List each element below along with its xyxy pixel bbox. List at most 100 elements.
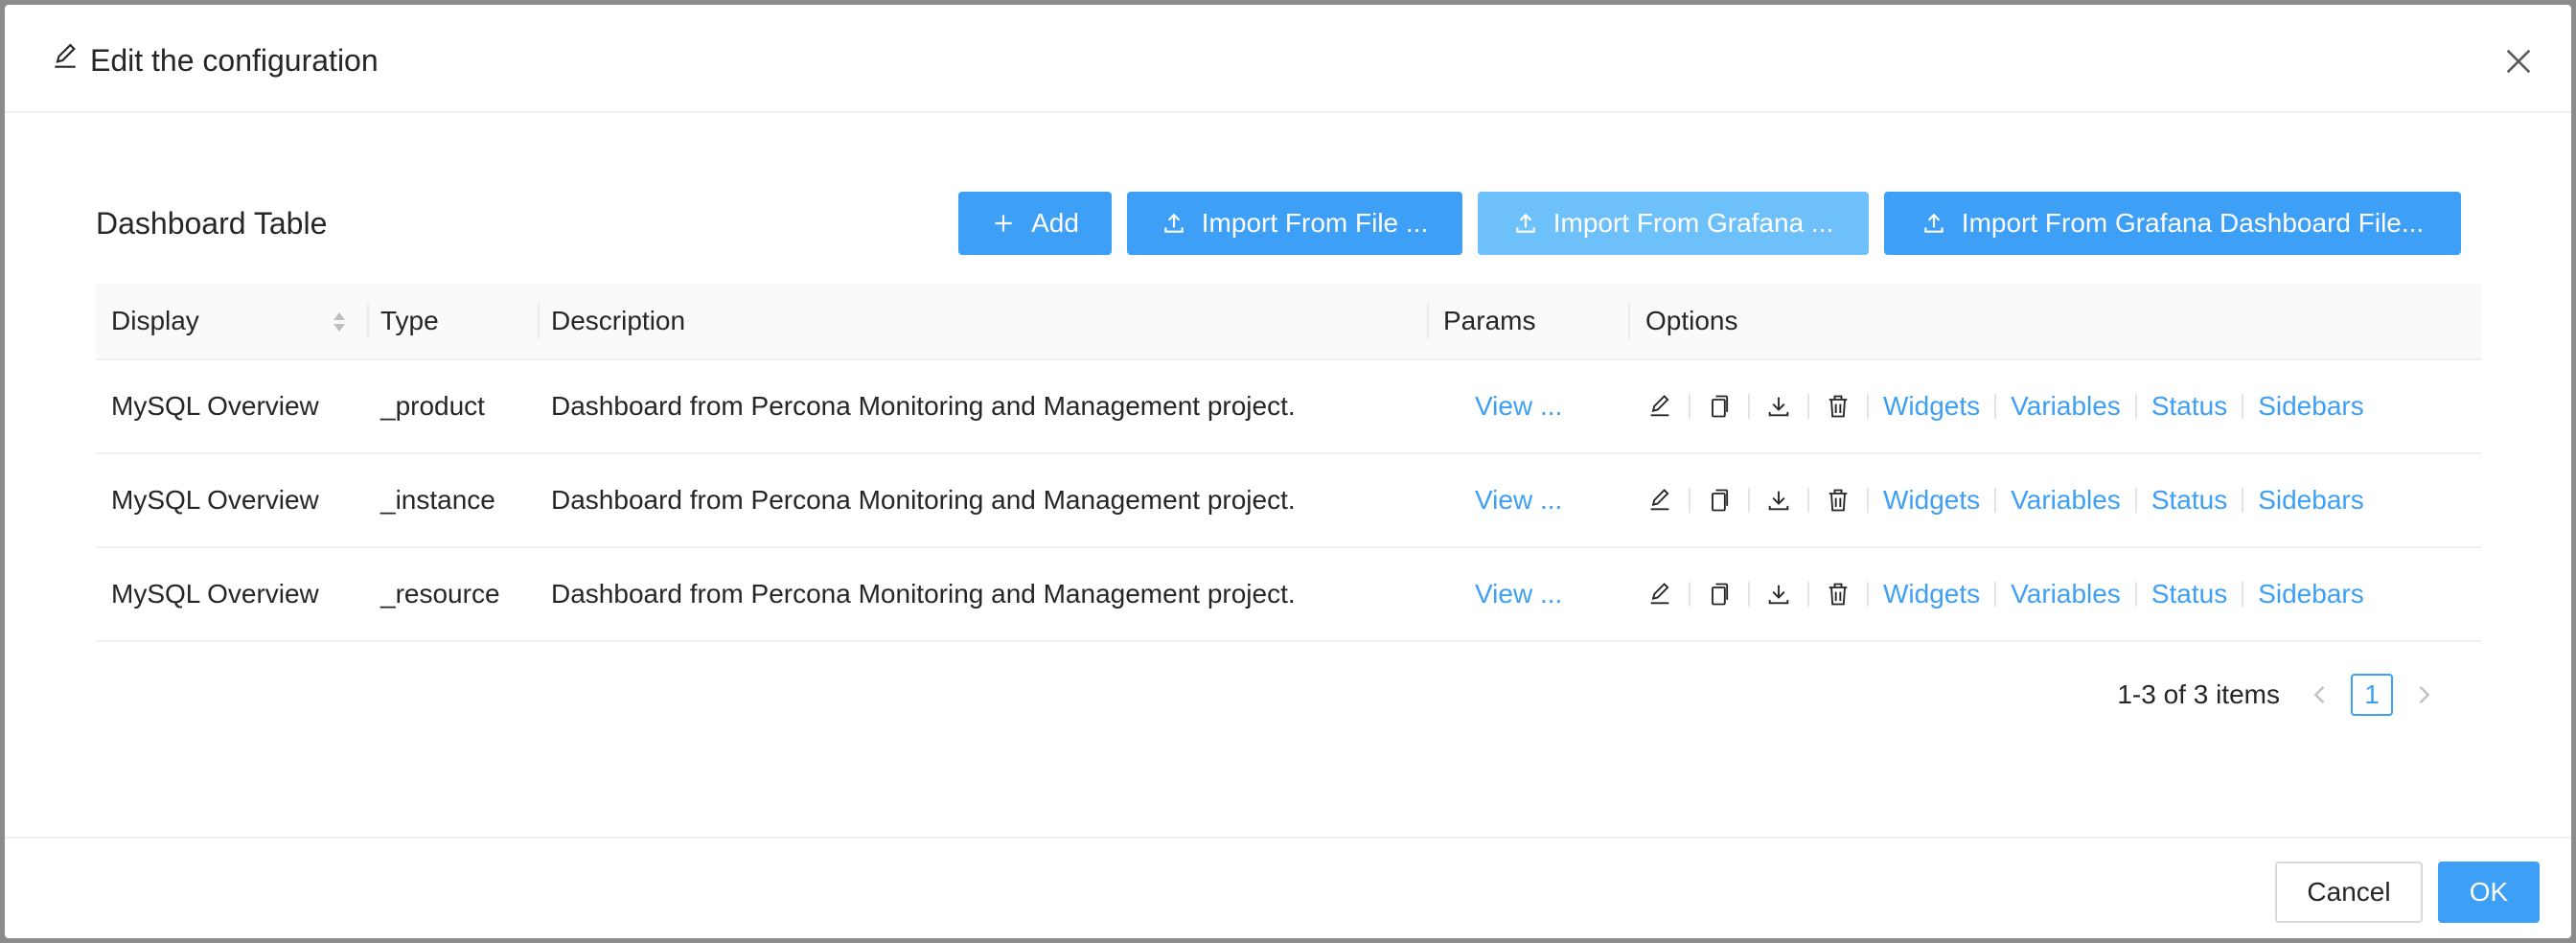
option-link-status[interactable]: Status bbox=[2151, 579, 2227, 610]
modal-header: Edit the configuration bbox=[5, 5, 2571, 113]
cell-display: MySQL Overview bbox=[111, 579, 319, 609]
option-link-widgets[interactable]: Widgets bbox=[1883, 579, 1980, 610]
plus-icon bbox=[995, 215, 1012, 232]
modal-footer-divider bbox=[5, 837, 2571, 839]
copy-icon[interactable] bbox=[1705, 392, 1734, 421]
option-divider bbox=[2134, 488, 2137, 513]
cell-type: _product bbox=[380, 391, 485, 421]
option-divider bbox=[1867, 582, 1869, 607]
column-header-options: Options bbox=[1645, 306, 1738, 335]
import-from-grafana-file-label: Import From Grafana Dashboard File... bbox=[1961, 208, 2425, 238]
cancel-button[interactable]: Cancel bbox=[2275, 862, 2423, 923]
params-view-link[interactable]: View ... bbox=[1475, 360, 1562, 452]
option-divider bbox=[1689, 582, 1690, 607]
option-divider bbox=[2242, 488, 2244, 513]
option-link-status[interactable]: Status bbox=[2151, 391, 2227, 422]
option-divider bbox=[1748, 488, 1750, 513]
upload-icon bbox=[1164, 213, 1184, 233]
cell-display: MySQL Overview bbox=[111, 391, 319, 421]
edit-icon[interactable] bbox=[1645, 486, 1674, 515]
option-link-sidebars[interactable]: Sidebars bbox=[2258, 391, 2364, 422]
option-divider bbox=[1867, 394, 1869, 419]
option-divider bbox=[1748, 582, 1750, 607]
chevron-right-icon[interactable] bbox=[2410, 681, 2437, 708]
option-divider bbox=[2242, 582, 2244, 607]
download-icon[interactable] bbox=[1764, 486, 1793, 515]
row-options: Widgets Variables Status Sidebars bbox=[1645, 360, 2364, 452]
column-divider bbox=[367, 303, 369, 339]
option-link-variables[interactable]: Variables bbox=[2011, 579, 2121, 610]
copy-icon[interactable] bbox=[1705, 580, 1734, 609]
edit-icon[interactable] bbox=[1645, 580, 1674, 609]
option-divider bbox=[1994, 488, 1997, 513]
table-row: MySQL Overview _resource Dashboard from Pe… bbox=[96, 548, 2482, 642]
option-divider bbox=[2134, 582, 2137, 607]
cell-type: _instance bbox=[380, 485, 495, 515]
option-divider bbox=[2134, 394, 2137, 419]
edit-config-modal: Edit the configuration Dashboard Table A… bbox=[5, 5, 2571, 938]
table-header: Display Type Description Params Options bbox=[96, 284, 2482, 360]
delete-icon[interactable] bbox=[1824, 580, 1852, 609]
ok-button[interactable]: OK bbox=[2438, 862, 2540, 923]
column-divider bbox=[1628, 303, 1630, 339]
import-from-grafana-button[interactable]: Import From Grafana ... bbox=[1478, 192, 1869, 255]
option-link-sidebars[interactable]: Sidebars bbox=[2258, 579, 2364, 610]
option-divider bbox=[1807, 394, 1809, 419]
option-divider bbox=[1807, 582, 1809, 607]
table-title: Dashboard Table bbox=[96, 206, 328, 241]
pagination: 1-3 of 3 items 1 bbox=[2117, 673, 2437, 717]
column-divider bbox=[538, 303, 540, 339]
dashboard-table: Display Type Description Params Options … bbox=[96, 284, 2482, 642]
add-button[interactable]: Add bbox=[958, 192, 1112, 255]
copy-icon[interactable] bbox=[1705, 486, 1734, 515]
chevron-left-icon[interactable] bbox=[2307, 681, 2334, 708]
column-divider bbox=[1427, 303, 1429, 339]
option-link-variables[interactable]: Variables bbox=[2011, 485, 2121, 516]
row-options: Widgets Variables Status Sidebars bbox=[1645, 454, 2364, 546]
table-row: MySQL Overview _product Dashboard from Per… bbox=[96, 360, 2482, 454]
column-header-display[interactable]: Display bbox=[111, 284, 199, 358]
column-header-type: Type bbox=[380, 306, 439, 335]
option-link-variables[interactable]: Variables bbox=[2011, 391, 2121, 422]
import-from-grafana-label: Import From Grafana ... bbox=[1552, 208, 1834, 238]
edit-icon[interactable] bbox=[1645, 392, 1674, 421]
close-icon[interactable] bbox=[2502, 45, 2535, 78]
modal-title: Edit the configuration bbox=[50, 41, 379, 80]
download-icon[interactable] bbox=[1764, 392, 1793, 421]
option-link-status[interactable]: Status bbox=[2151, 485, 2227, 516]
edit-icon bbox=[50, 41, 80, 80]
page-number[interactable]: 1 bbox=[2351, 674, 2393, 716]
upload-icon bbox=[1515, 213, 1535, 233]
params-view-link[interactable]: View ... bbox=[1475, 454, 1562, 546]
column-header-description: Description bbox=[551, 306, 686, 335]
option-divider bbox=[1994, 394, 1997, 419]
cell-description: Dashboard from Percona Monitoring and Ma… bbox=[551, 391, 1296, 421]
table-row: MySQL Overview _instance Dashboard from Pe… bbox=[96, 454, 2482, 548]
import-from-file-label: Import From File ... bbox=[1201, 208, 1429, 238]
option-divider bbox=[1867, 488, 1869, 513]
delete-icon[interactable] bbox=[1824, 392, 1852, 421]
import-from-grafana-file-button[interactable]: Import From Grafana Dashboard File... bbox=[1884, 192, 2461, 255]
pagination-summary: 1-3 of 3 items bbox=[2117, 679, 2280, 709]
option-divider bbox=[1748, 394, 1750, 419]
option-divider bbox=[1689, 488, 1690, 513]
option-link-widgets[interactable]: Widgets bbox=[1883, 485, 1980, 516]
option-link-sidebars[interactable]: Sidebars bbox=[2258, 485, 2364, 516]
option-divider bbox=[1994, 582, 1997, 607]
cell-display: MySQL Overview bbox=[111, 485, 319, 515]
column-header-params: Params bbox=[1443, 306, 1536, 335]
option-divider bbox=[2242, 394, 2244, 419]
delete-icon[interactable] bbox=[1824, 486, 1852, 515]
download-icon[interactable] bbox=[1764, 580, 1793, 609]
modal-title-text: Edit the configuration bbox=[90, 42, 379, 78]
cell-type: _resource bbox=[380, 579, 500, 609]
option-link-widgets[interactable]: Widgets bbox=[1883, 391, 1980, 422]
add-button-label: Add bbox=[1031, 208, 1079, 238]
sort-icon[interactable] bbox=[332, 309, 347, 335]
option-divider bbox=[1689, 394, 1690, 419]
import-from-file-button[interactable]: Import From File ... bbox=[1127, 192, 1462, 255]
row-options: Widgets Variables Status Sidebars bbox=[1645, 548, 2364, 640]
cell-description: Dashboard from Percona Monitoring and Ma… bbox=[551, 579, 1296, 609]
params-view-link[interactable]: View ... bbox=[1475, 548, 1562, 640]
upload-icon bbox=[1924, 213, 1944, 233]
